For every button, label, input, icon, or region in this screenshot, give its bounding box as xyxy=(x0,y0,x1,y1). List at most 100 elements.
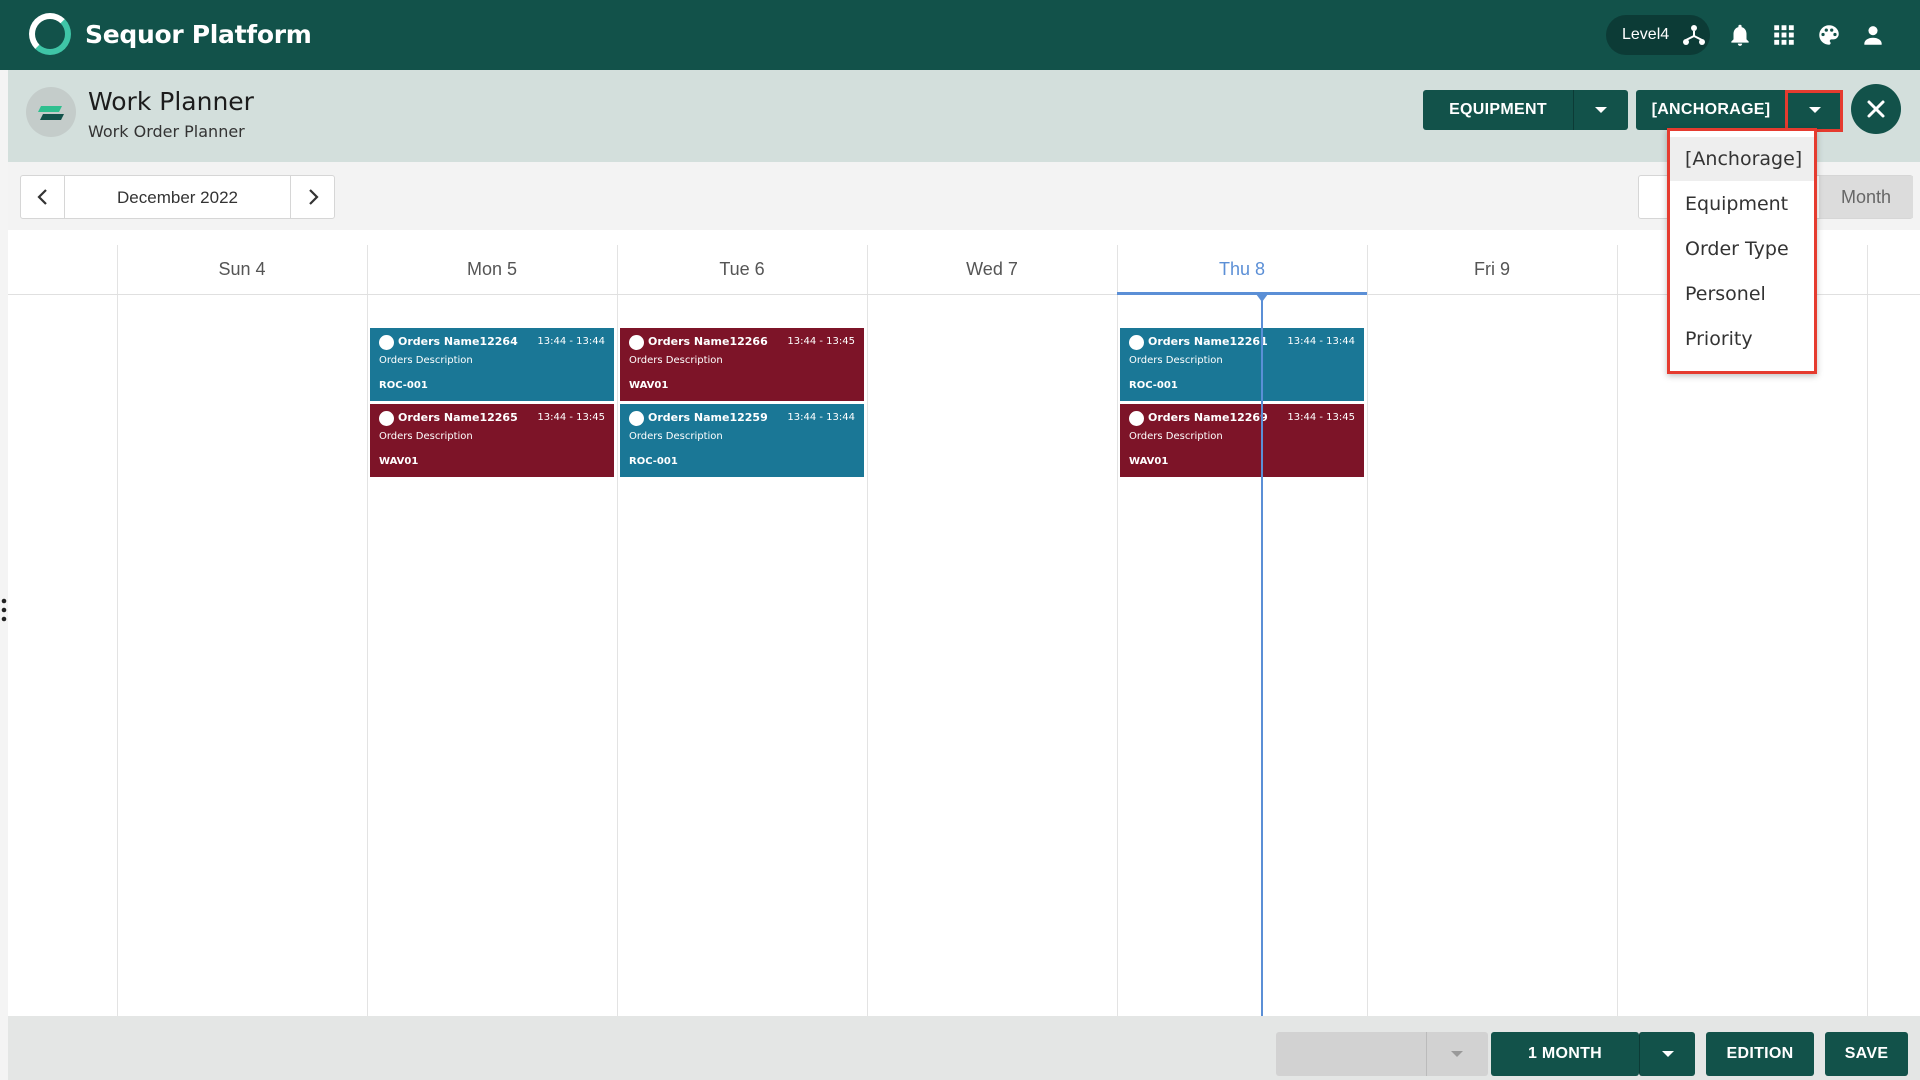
current-period-label[interactable]: December 2022 xyxy=(65,188,290,208)
event-card[interactable]: Orders Name12261 13:44 - 13:44 Orders De… xyxy=(1120,328,1364,401)
next-period-button[interactable] xyxy=(290,176,334,218)
day-divider xyxy=(1867,245,1868,1016)
calendar-toolbar: December 2022 Month xyxy=(8,162,1920,230)
group-by-button[interactable]: EQUIPMENT xyxy=(1423,90,1573,130)
status-dot-icon xyxy=(379,411,394,426)
day-header-mon[interactable]: Mon 5 xyxy=(367,259,617,280)
status-dot-icon xyxy=(379,335,394,350)
page-header: Work Planner Work Order Planner EQUIPMEN… xyxy=(8,70,1920,162)
menu-item-equipment[interactable]: Equipment xyxy=(1670,182,1814,226)
palette-icon[interactable] xyxy=(1816,22,1842,48)
event-name: Orders Name12264 xyxy=(398,335,518,348)
side-panel-handle-icon[interactable] xyxy=(0,596,8,624)
event-description: Orders Description xyxy=(1129,431,1223,442)
top-app-bar: Sequor Platform Level4 xyxy=(0,0,1920,70)
view-month-button[interactable]: Month xyxy=(1819,176,1913,218)
event-time: 13:44 - 13:44 xyxy=(1287,336,1355,347)
group-by-dropdown-button[interactable] xyxy=(1573,90,1628,130)
work-planner-app-icon xyxy=(26,87,76,137)
page-title: Work Planner xyxy=(88,87,254,116)
event-description: Orders Description xyxy=(379,431,473,442)
close-icon xyxy=(1867,100,1885,118)
select-divider xyxy=(1426,1032,1427,1076)
day-divider xyxy=(367,245,368,1016)
filter-button[interactable]: [ANCHORAGE] xyxy=(1636,90,1786,130)
event-card[interactable]: Orders Name12266 13:44 - 13:45 Orders De… xyxy=(620,328,864,401)
day-divider xyxy=(867,245,868,1016)
event-card[interactable]: Orders Name12269 13:44 - 13:45 Orders De… xyxy=(1120,404,1364,477)
user-icon[interactable] xyxy=(1860,22,1886,48)
current-time-line xyxy=(1261,294,1263,1016)
event-equipment-code: ROC-001 xyxy=(379,380,428,391)
bell-icon[interactable] xyxy=(1727,22,1753,48)
event-name: Orders Name12265 xyxy=(398,411,518,424)
level-label: Level4 xyxy=(1622,26,1670,43)
day-divider xyxy=(1617,245,1618,1016)
event-time: 13:44 - 13:45 xyxy=(537,412,605,423)
sequor-logo-icon xyxy=(29,13,71,55)
day-divider xyxy=(1367,245,1368,1016)
event-description: Orders Description xyxy=(379,355,473,366)
event-name: Orders Name12266 xyxy=(648,335,768,348)
highlighted-filter-arrow xyxy=(1785,90,1843,132)
event-description: Orders Description xyxy=(1129,355,1223,366)
edition-button[interactable]: EDITION xyxy=(1706,1032,1814,1076)
chevron-down-icon xyxy=(1451,1051,1463,1057)
previous-period-button[interactable] xyxy=(21,176,65,218)
status-dot-icon xyxy=(1129,335,1144,350)
period-dropdown-button[interactable] xyxy=(1639,1032,1695,1076)
period-button[interactable]: 1 MONTH xyxy=(1491,1032,1639,1076)
event-card[interactable]: Orders Name12259 13:44 - 13:44 Orders De… xyxy=(620,404,864,477)
page-subtitle: Work Order Planner xyxy=(88,122,245,141)
hierarchy-icon xyxy=(1683,25,1705,45)
header-divider xyxy=(8,294,1920,295)
event-equipment-code: WAV01 xyxy=(629,380,669,391)
menu-item-order-type[interactable]: Order Type xyxy=(1670,227,1814,271)
event-equipment-code: ROC-001 xyxy=(1129,380,1178,391)
menu-item-anchorage[interactable]: [Anchorage] xyxy=(1670,137,1814,181)
event-equipment-code: WAV01 xyxy=(379,456,419,467)
day-header-wed[interactable]: Wed 7 xyxy=(867,259,1117,280)
day-divider xyxy=(617,245,618,1016)
footer-toolbar: 1 MONTH EDITION SAVE xyxy=(8,1016,1920,1080)
event-name: Orders Name12261 xyxy=(1148,335,1268,348)
day-header-thu-today[interactable]: Thu 8 xyxy=(1117,259,1367,280)
event-equipment-code: WAV01 xyxy=(1129,456,1169,467)
brand-title: Sequor Platform xyxy=(85,20,312,49)
event-name: Orders Name12269 xyxy=(1148,411,1268,424)
status-dot-icon xyxy=(629,411,644,426)
day-header-tue[interactable]: Tue 6 xyxy=(617,259,867,280)
event-name: Orders Name12259 xyxy=(648,411,768,424)
event-description: Orders Description xyxy=(629,431,723,442)
left-edge-strip xyxy=(0,70,8,1080)
menu-item-personel[interactable]: Personel xyxy=(1670,272,1814,316)
disabled-select xyxy=(1276,1032,1488,1076)
event-time: 13:44 - 13:44 xyxy=(787,412,855,423)
chevron-down-icon xyxy=(1595,107,1607,113)
event-card[interactable]: Orders Name12264 13:44 - 13:44 Orders De… xyxy=(370,328,614,401)
event-equipment-code: ROC-001 xyxy=(629,456,678,467)
calendar-week-view: Sun 4 Mon 5 Tue 6 Wed 7 Thu 8 Fri 9 Orde… xyxy=(8,230,1920,1016)
chevron-left-icon xyxy=(37,189,47,205)
event-card[interactable]: Orders Name12265 13:44 - 13:45 Orders De… xyxy=(370,404,614,477)
status-dot-icon xyxy=(1129,411,1144,426)
event-description: Orders Description xyxy=(629,355,723,366)
date-navigator: December 2022 xyxy=(20,175,335,219)
day-header-sun[interactable]: Sun 4 xyxy=(117,259,367,280)
event-time: 13:44 - 13:44 xyxy=(537,336,605,347)
chevron-right-icon xyxy=(309,189,319,205)
day-header-fri[interactable]: Fri 9 xyxy=(1367,259,1617,280)
apps-grid-icon[interactable] xyxy=(1771,22,1797,48)
close-button[interactable] xyxy=(1851,84,1901,134)
menu-item-priority[interactable]: Priority xyxy=(1670,317,1814,361)
today-indicator xyxy=(1117,292,1367,295)
event-time: 13:44 - 13:45 xyxy=(787,336,855,347)
day-divider xyxy=(117,245,118,1016)
level-selector[interactable]: Level4 xyxy=(1606,15,1710,55)
filter-dropdown-menu: [Anchorage] Equipment Order Type Persone… xyxy=(1667,128,1817,374)
event-time: 13:44 - 13:45 xyxy=(1287,412,1355,423)
save-button[interactable]: SAVE xyxy=(1825,1032,1908,1076)
status-dot-icon xyxy=(629,335,644,350)
day-divider xyxy=(1117,245,1118,1016)
current-time-marker-icon xyxy=(1256,294,1268,302)
